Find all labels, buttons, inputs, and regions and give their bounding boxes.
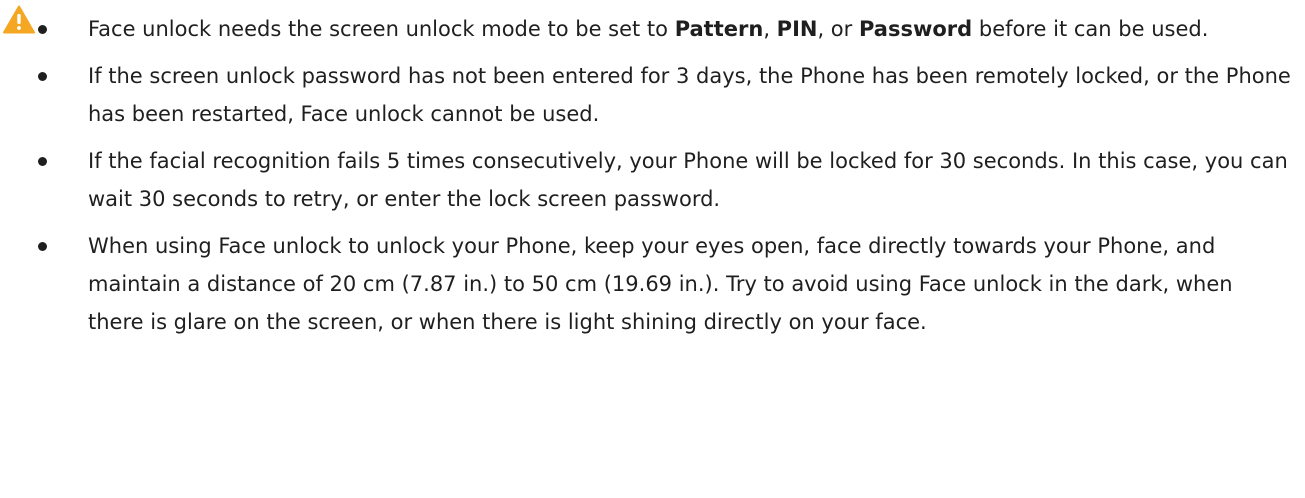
mode-pin: PIN bbox=[776, 17, 818, 41]
item-text-part: Face unlock needs the screen unlock mode… bbox=[88, 17, 675, 41]
bullet-icon bbox=[38, 25, 47, 34]
mode-pattern: Pattern bbox=[674, 17, 764, 41]
item-text-part: , or bbox=[817, 17, 859, 41]
warning-note: Face unlock needs the screen unlock mode… bbox=[0, 0, 1305, 498]
list-item: If the facial recognition fails 5 times … bbox=[38, 142, 1293, 218]
item-text: Face unlock needs the screen unlock mode… bbox=[88, 17, 1208, 41]
list-item: Face unlock needs the screen unlock mode… bbox=[38, 10, 1293, 48]
list-item: If the screen unlock password has not be… bbox=[38, 57, 1293, 133]
item-text: When using Face unlock to unlock your Ph… bbox=[88, 234, 1233, 334]
item-text: If the facial recognition fails 5 times … bbox=[88, 149, 1288, 211]
bullet-icon bbox=[38, 157, 47, 166]
bullet-icon bbox=[38, 72, 47, 81]
list-item: When using Face unlock to unlock your Ph… bbox=[38, 227, 1293, 341]
warning-triangle-icon bbox=[3, 5, 35, 34]
bullet-icon bbox=[38, 242, 47, 251]
note-list: Face unlock needs the screen unlock mode… bbox=[38, 10, 1293, 350]
mode-password: Password bbox=[858, 17, 973, 41]
item-text: If the screen unlock password has not be… bbox=[88, 64, 1291, 126]
item-text-part: before it can be used. bbox=[972, 17, 1209, 41]
item-text-part: , bbox=[763, 17, 777, 41]
